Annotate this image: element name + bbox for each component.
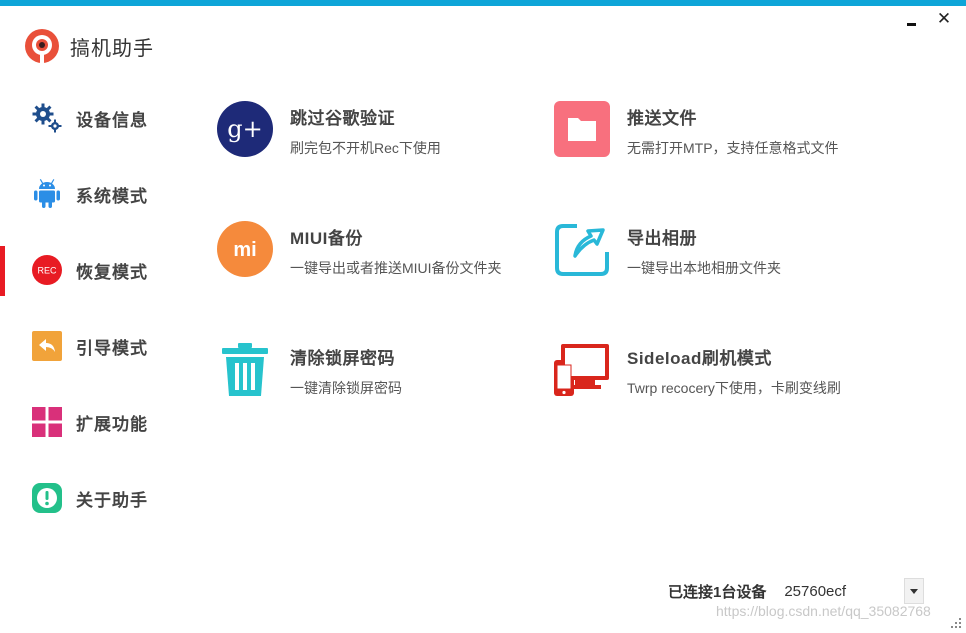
sidebar-item-label: 引导模式 <box>76 338 148 358</box>
feature-title: 跳过谷歌验证 <box>290 109 395 128</box>
export-album-icon <box>553 220 611 278</box>
sidebar-item-extensions[interactable]: 扩展功能 <box>0 384 200 460</box>
app-logo-icon <box>25 29 59 63</box>
connection-status: 已连接1台设备 25760ecf <box>668 578 925 604</box>
gears-icon <box>30 101 64 135</box>
sidebar-item-system-mode[interactable]: 系统模式 <box>0 156 200 232</box>
app-title: 搞机助手 <box>70 37 154 60</box>
window-controls: ✕ <box>904 10 952 28</box>
sidebar-item-about[interactable]: 关于助手 <box>0 460 200 536</box>
sidebar-item-device-info[interactable]: 设备信息 <box>0 80 200 156</box>
rec-icon: REC <box>30 253 64 287</box>
feature-title: MIUI备份 <box>290 229 363 248</box>
feature-title: 清除锁屏密码 <box>290 349 395 368</box>
sidebar-nav: 设备信息 系统模式 REC 恢复模式 引导模式 扩展功能 关于助手 <box>0 80 200 536</box>
app-brand: 搞机助手 <box>24 28 154 64</box>
feature-desc: 一键导出或者推送MIUI备份文件夹 <box>290 260 502 276</box>
watermark-text: https://blog.csdn.net/qq_35082768 <box>716 603 931 619</box>
feature-title: Sideload刷机模式 <box>627 349 772 368</box>
resize-grip-icon[interactable] <box>950 617 962 629</box>
feature-skip-google-verify[interactable]: g+ 跳过谷歌验证 刷完包不开机Rec下使用 <box>216 100 536 158</box>
sidebar-item-recovery-mode[interactable]: REC 恢复模式 <box>0 232 200 308</box>
feature-title: 推送文件 <box>627 109 697 128</box>
info-alert-icon <box>30 481 64 515</box>
trash-icon <box>216 340 274 398</box>
phone-monitor-icon <box>553 340 611 398</box>
feature-desc: 刷完包不开机Rec下使用 <box>290 140 441 156</box>
sidebar-item-label: 关于助手 <box>76 490 148 510</box>
feature-sideload-mode[interactable]: Sideload刷机模式 Twrp recocery下使用，卡刷变线刷 <box>553 340 873 398</box>
dropdown-button[interactable] <box>904 578 925 604</box>
sidebar-item-label: 扩展功能 <box>76 414 148 434</box>
sidebar-item-label: 系统模式 <box>76 186 148 206</box>
connection-status-label: 已连接1台设备 <box>668 583 767 601</box>
close-icon: ✕ <box>936 9 952 28</box>
chevron-down-icon <box>910 588 919 594</box>
device-select-value: 25760ecf <box>784 582 847 600</box>
minimize-button[interactable] <box>904 10 920 28</box>
sidebar-item-label: 恢复模式 <box>76 262 148 282</box>
google-plus-icon: g+ <box>216 100 274 158</box>
device-select[interactable]: 25760ecf <box>784 578 925 604</box>
sidebar-item-boot-mode[interactable]: 引导模式 <box>0 308 200 384</box>
feature-desc: 无需打开MTP，支持任意格式文件 <box>627 140 839 156</box>
feature-clear-lock-password[interactable]: 清除锁屏密码 一键清除锁屏密码 <box>216 340 536 398</box>
sidebar-item-label: 设备信息 <box>76 110 148 130</box>
feature-desc: 一键清除锁屏密码 <box>290 380 402 396</box>
grid-icon <box>30 405 64 439</box>
mi-text: mi <box>233 239 256 261</box>
feature-push-file[interactable]: 推送文件 无需打开MTP，支持任意格式文件 <box>553 100 873 158</box>
google-plus-text: g+ <box>227 115 262 143</box>
feature-title: 导出相册 <box>627 229 697 248</box>
feature-desc: Twrp recocery下使用，卡刷变线刷 <box>627 380 841 396</box>
close-button[interactable]: ✕ <box>936 10 952 28</box>
folder-icon <box>553 100 611 158</box>
android-icon <box>30 177 64 211</box>
top-accent-bar <box>0 0 966 6</box>
rec-icon-text: REC <box>37 266 57 276</box>
minimize-icon <box>907 23 916 26</box>
feature-miui-backup[interactable]: mi MIUI备份 一键导出或者推送MIUI备份文件夹 <box>216 220 536 278</box>
feature-export-album[interactable]: 导出相册 一键导出本地相册文件夹 <box>553 220 873 278</box>
feature-desc: 一键导出本地相册文件夹 <box>627 260 781 276</box>
return-arrow-icon <box>30 329 64 363</box>
mi-icon: mi <box>216 220 274 278</box>
